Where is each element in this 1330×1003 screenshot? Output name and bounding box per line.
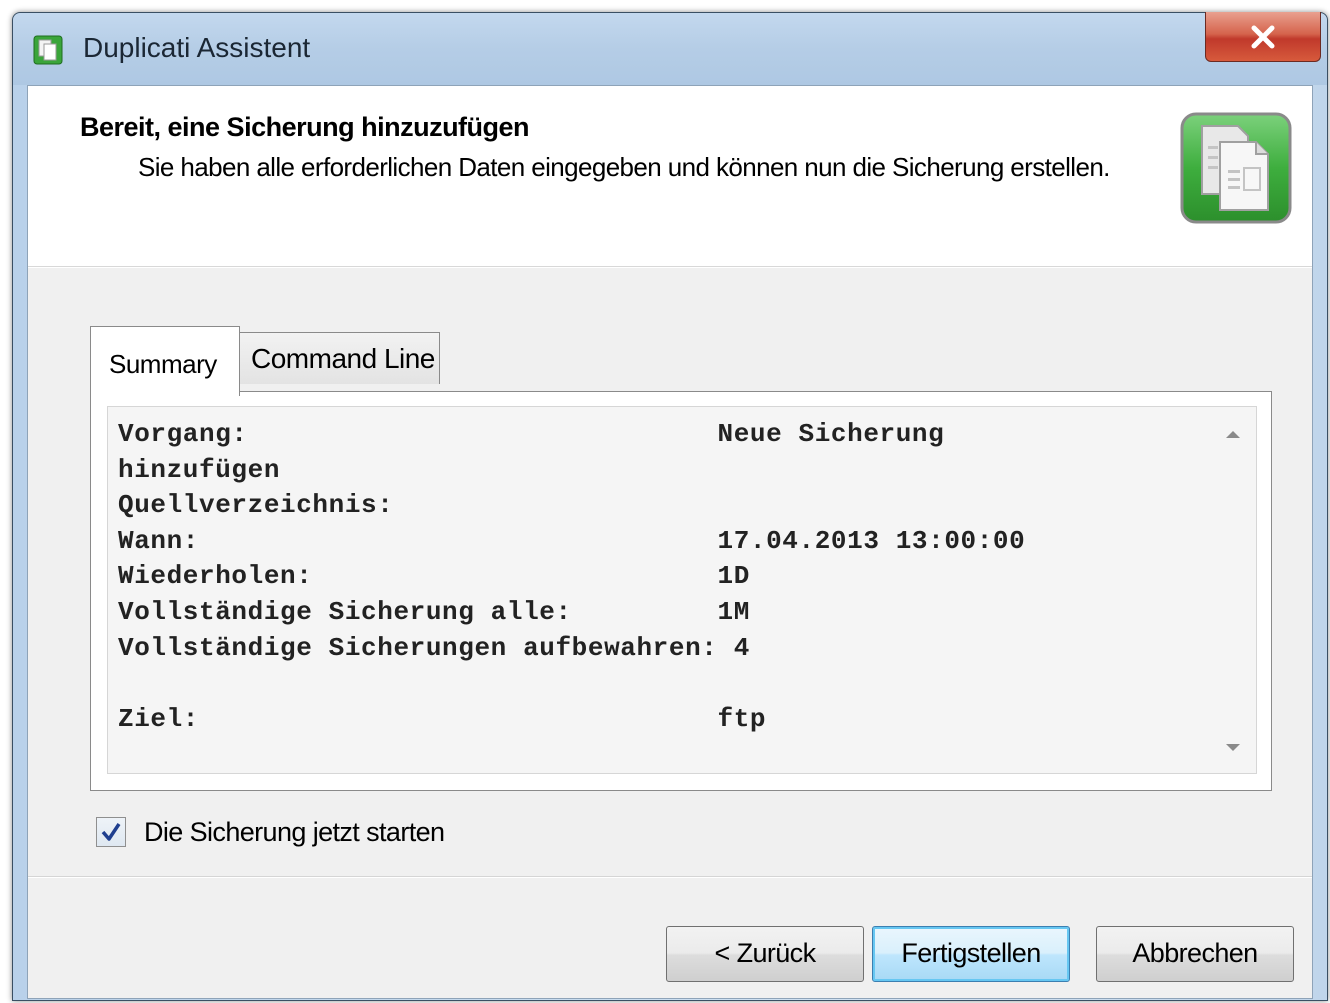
close-icon bbox=[1251, 25, 1275, 48]
wizard-header: Bereit, eine Sicherung hinzuzufügen Sie … bbox=[28, 86, 1312, 267]
tab-summary[interactable]: Summary bbox=[90, 326, 240, 396]
start-now-label[interactable]: Die Sicherung jetzt starten bbox=[144, 817, 445, 848]
title-bar: Duplicati Assistent bbox=[13, 12, 1327, 85]
wizard-client-area: Bereit, eine Sicherung hinzuzufügen Sie … bbox=[27, 85, 1313, 999]
finish-button[interactable]: Fertigstellen bbox=[872, 926, 1070, 982]
start-now-option[interactable]: Die Sicherung jetzt starten bbox=[96, 812, 445, 852]
checkmark-icon bbox=[101, 823, 121, 841]
summary-line: Vollständige Sicherungen aufbewahren: 4 bbox=[118, 632, 750, 663]
summary-line: Quellverzeichnis: bbox=[118, 490, 394, 521]
page-title: Bereit, eine Sicherung hinzuzufügen bbox=[80, 112, 530, 142]
summary-line: Vorgang: Neue Sicherung bbox=[118, 419, 945, 449]
vertical-scrollbar[interactable] bbox=[1212, 407, 1256, 773]
summary-text: Vorgang: Neue Sicherung hinzufügen Quell… bbox=[118, 417, 1025, 737]
footer-divider-highlight bbox=[28, 877, 1312, 878]
start-now-checkbox[interactable] bbox=[96, 817, 126, 847]
app-icon bbox=[33, 35, 63, 65]
documents-icon bbox=[1180, 112, 1292, 224]
page-description: Sie haben alle erforderlichen Daten eing… bbox=[138, 152, 1110, 182]
summary-line: Vollständige Sicherung alle: 1M bbox=[118, 596, 750, 627]
close-button[interactable] bbox=[1205, 12, 1321, 62]
summary-line: hinzufügen bbox=[118, 454, 281, 485]
summary-line: Wann: 17.04.2013 13:00:00 bbox=[118, 525, 1026, 556]
tab-command-line[interactable]: Command Line bbox=[238, 332, 440, 384]
summary-tab-panel: Vorgang: Neue Sicherung hinzufügen Quell… bbox=[90, 391, 1272, 791]
summary-line: Ziel: ftp bbox=[118, 703, 767, 734]
scroll-up-arrow-icon[interactable] bbox=[1220, 421, 1246, 447]
header-divider bbox=[28, 267, 1312, 268]
summary-line: Wiederholen: 1D bbox=[118, 561, 750, 592]
scroll-down-arrow-icon[interactable] bbox=[1220, 735, 1246, 761]
back-button[interactable]: < Zurück bbox=[666, 926, 864, 982]
window-title: Duplicati Assistent bbox=[83, 32, 311, 63]
summary-textbox[interactable]: Vorgang: Neue Sicherung hinzufügen Quell… bbox=[107, 406, 1257, 774]
cancel-button[interactable]: Abbrechen bbox=[1096, 926, 1294, 982]
summary-line bbox=[118, 666, 1025, 702]
wizard-window: Duplicati Assistent Bereit, eine Sicheru… bbox=[12, 12, 1328, 1001]
